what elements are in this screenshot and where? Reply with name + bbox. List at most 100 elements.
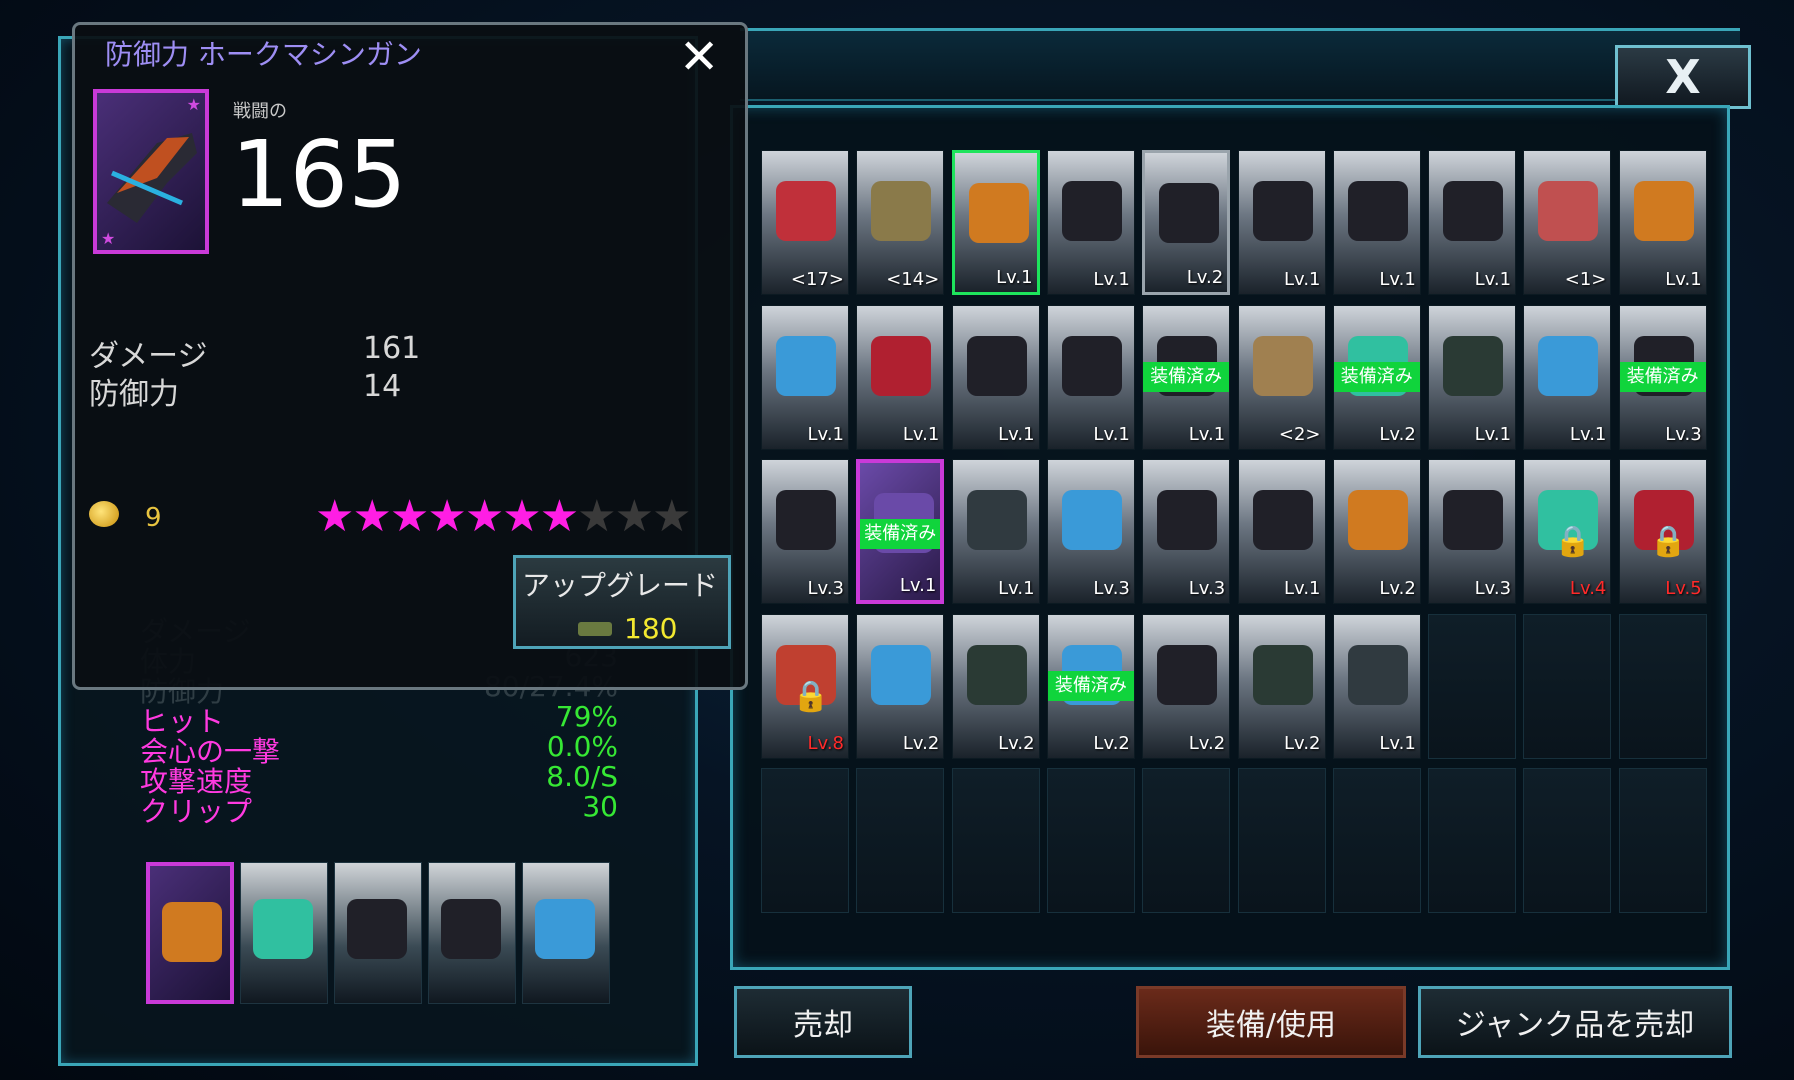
equipped-badge: 装備済み xyxy=(1143,361,1230,392)
sell-button[interactable]: 売却 xyxy=(734,986,912,1058)
stat-value: 161 xyxy=(363,331,421,366)
star-filled-icon: ★ xyxy=(315,491,354,542)
star-icon: ★ xyxy=(186,95,201,114)
inventory-slot[interactable]: Lv.1 xyxy=(1332,150,1421,295)
supply-box-icon xyxy=(535,899,595,959)
item-level: Lv.1 xyxy=(1474,423,1512,445)
inventory-slot[interactable]: 🔒 Lv.8 xyxy=(761,613,849,759)
inventory-slot[interactable]: Lv.2 xyxy=(1332,459,1421,604)
inventory-slot[interactable]: <2> xyxy=(1237,304,1326,450)
inventory-slot[interactable]: 装備済み Lv.1 xyxy=(856,459,945,604)
inventory-slot[interactable]: 🔒 Lv.4 xyxy=(1523,459,1612,604)
rifle-icon xyxy=(1347,644,1408,705)
device-icon xyxy=(253,899,313,959)
inventory-slot[interactable]: <1> xyxy=(1523,150,1612,295)
supply-box-icon xyxy=(1538,335,1599,396)
inventory-slot[interactable]: Lv.1 xyxy=(1046,150,1135,295)
item-level: Lv.3 xyxy=(1474,578,1512,599)
detail-stat-label: クリップ xyxy=(140,795,253,828)
upgrade-button[interactable]: アップグレード 180 xyxy=(513,555,731,649)
inventory-slot[interactable]: Lv.1 xyxy=(1332,613,1421,759)
inventory-slot-empty xyxy=(1618,768,1707,913)
equipment-slot[interactable] xyxy=(428,862,516,1004)
close-inventory-button[interactable]: X xyxy=(1615,45,1751,109)
inventory-slot[interactable]: Lv.1 xyxy=(1618,150,1707,295)
visor-icon xyxy=(1157,644,1218,705)
armor-icon xyxy=(1061,181,1122,241)
weapon-icon xyxy=(968,183,1029,243)
item-power-value: 165 xyxy=(231,121,407,228)
inventory-slot[interactable]: Lv.1 xyxy=(1428,150,1517,295)
inventory-slot[interactable]: Lv.2 xyxy=(951,613,1040,759)
inventory-slot[interactable]: Lv.2 xyxy=(1142,613,1231,759)
sell-junk-button[interactable]: ジャンク品を売却 xyxy=(1418,986,1732,1058)
inventory-slot[interactable]: Lv.3 xyxy=(1428,459,1517,604)
inventory-slot[interactable]: Lv.2 xyxy=(1142,150,1231,295)
equipment-slot[interactable] xyxy=(334,862,422,1004)
equipment-slot[interactable] xyxy=(522,862,610,1004)
inventory-slot[interactable]: <14> xyxy=(856,150,945,295)
item-sub-label: 戦闘の xyxy=(233,101,287,122)
supply-box-icon xyxy=(1061,490,1122,550)
item-level: Lv.1 xyxy=(902,423,940,445)
inventory-slot[interactable]: Lv.1 xyxy=(761,304,849,450)
item-level: Lv.1 xyxy=(1379,732,1416,754)
inventory-slot[interactable]: 装備済み Lv.2 xyxy=(1046,613,1135,759)
item-level: <1> xyxy=(1564,269,1607,290)
item-level: Lv.1 xyxy=(998,578,1035,599)
weapon-icon xyxy=(1633,181,1694,241)
inventory-slot[interactable]: 装備済み Lv.1 xyxy=(1142,304,1231,450)
inventory-slot[interactable]: <17> xyxy=(761,150,849,295)
helmet-icon xyxy=(776,490,836,550)
crystal-icon xyxy=(1538,181,1599,241)
item-level: Lv.2 xyxy=(902,732,940,754)
inventory-slot[interactable]: Lv.3 xyxy=(1142,459,1231,604)
inventory-slot[interactable]: Lv.1 xyxy=(1523,304,1612,450)
inventory-slot[interactable]: 装備済み Lv.2 xyxy=(1332,304,1421,450)
inventory-slot[interactable]: 🔒 Lv.5 xyxy=(1618,459,1707,604)
equipment-slot[interactable] xyxy=(146,862,234,1004)
armor-icon xyxy=(347,899,407,959)
detail-stat-value: 0.0% xyxy=(546,730,618,763)
inventory-slot[interactable]: Lv.2 xyxy=(1237,613,1326,759)
item-level: Lv.3 xyxy=(1188,578,1226,599)
inventory-slot[interactable]: Lv.1 xyxy=(1237,150,1326,295)
canister-icon xyxy=(966,644,1027,705)
helmet-icon xyxy=(1347,181,1408,241)
inventory-slot-empty xyxy=(1046,768,1135,913)
supply-box-icon xyxy=(776,335,836,396)
equipped-badge: 装備済み xyxy=(1047,670,1134,701)
inventory-slot[interactable]: Lv.1 xyxy=(1428,304,1517,450)
popup-close-button[interactable]: ✕ xyxy=(679,29,719,85)
inventory-slot-empty xyxy=(1523,613,1612,759)
item-level: Lv.1 xyxy=(996,267,1033,288)
item-level: Lv.1 xyxy=(1379,269,1416,290)
inventory-slot[interactable]: Lv.1 xyxy=(951,459,1040,604)
inventory-slot[interactable]: Lv.1 xyxy=(856,304,945,450)
item-level: Lv.2 xyxy=(1188,732,1226,754)
star-empty-icon: ★ xyxy=(577,491,616,542)
inventory-slot[interactable]: Lv.1 xyxy=(951,150,1040,295)
item-title: 防御力 ホークマシンガン xyxy=(105,38,422,71)
item-level: Lv.2 xyxy=(1186,267,1224,288)
inventory-slot[interactable]: 装備済み Lv.3 xyxy=(1618,304,1707,450)
equip-use-button[interactable]: 装備/使用 xyxy=(1136,986,1406,1058)
equipment-slot[interactable] xyxy=(240,862,328,1004)
inventory-slot[interactable]: Lv.1 xyxy=(951,304,1040,450)
star-filled-icon: ★ xyxy=(539,491,579,542)
item-level: Lv.1 xyxy=(1093,269,1130,290)
inventory-slot[interactable]: Lv.3 xyxy=(761,459,849,604)
armor-icon xyxy=(966,335,1027,396)
inventory-slot[interactable]: Lv.2 xyxy=(856,613,945,759)
gun-icon xyxy=(871,335,932,396)
item-level: Lv.2 xyxy=(1284,732,1321,754)
inventory-slot[interactable]: Lv.3 xyxy=(1046,459,1135,604)
inventory-slot[interactable]: Lv.1 xyxy=(1237,459,1326,604)
item-level: <2> xyxy=(1278,423,1321,445)
inventory-slot-empty xyxy=(856,768,945,913)
inventory-slot-empty xyxy=(1618,613,1707,759)
star-filled-icon: ★ xyxy=(389,491,429,542)
cash-icon xyxy=(578,622,612,636)
canister-icon xyxy=(1252,644,1313,705)
inventory-slot[interactable]: Lv.1 xyxy=(1046,304,1135,450)
